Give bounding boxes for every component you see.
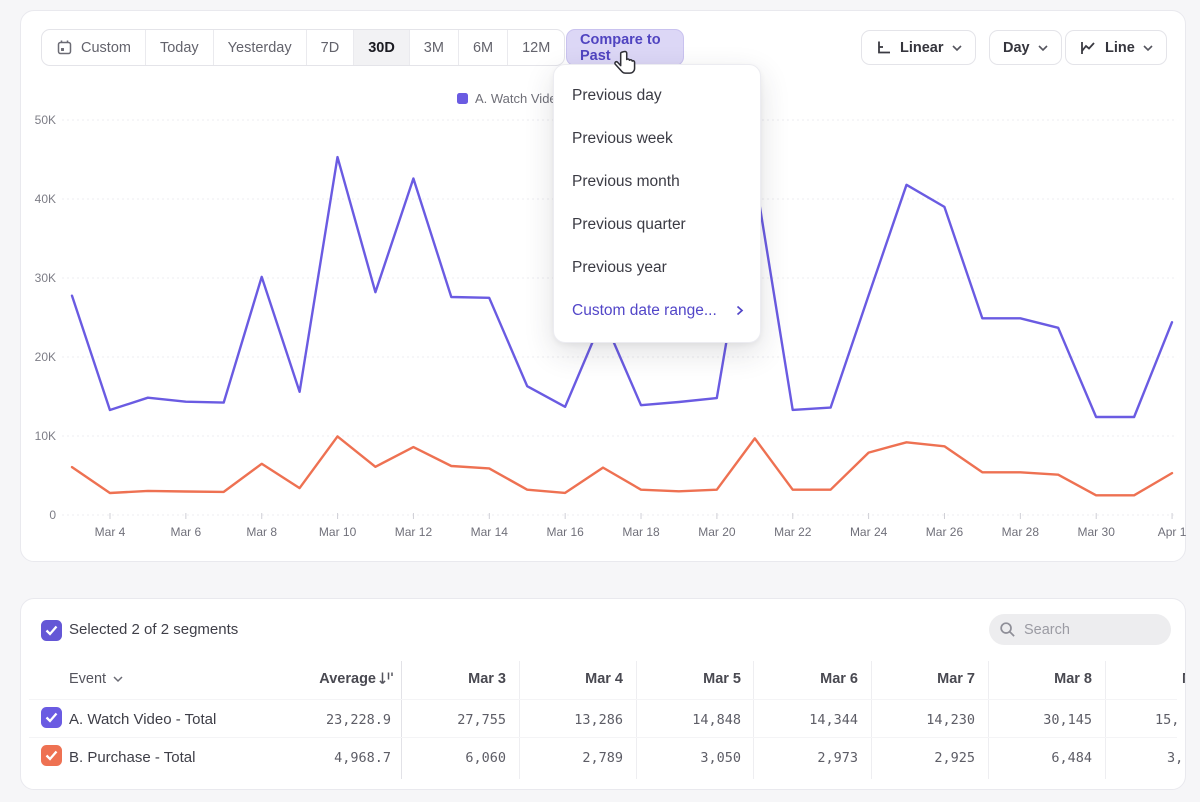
table-cell: 23,228.9	[279, 710, 391, 730]
compare-to-past-menu: Previous dayPrevious weekPrevious monthP…	[553, 64, 761, 343]
menu-item-previous-year[interactable]: Previous year	[554, 246, 760, 289]
compare-to-past-label: Compare to Past	[580, 32, 670, 64]
event-header-label: Event	[69, 669, 106, 689]
chevron-down-icon	[113, 675, 123, 683]
preset-30d[interactable]: 30D	[354, 30, 410, 65]
column-header-clipped: M	[1182, 669, 1186, 689]
preset-label: 12M	[522, 40, 550, 56]
checkmark-icon	[45, 712, 58, 723]
checkmark-icon	[45, 750, 58, 761]
column-header-mar-8[interactable]: Mar 8	[980, 669, 1092, 689]
chart-type-select[interactable]: Line	[1065, 30, 1167, 65]
checkmark-icon	[45, 625, 58, 636]
preset-label: Yesterday	[228, 40, 292, 56]
calendar-icon	[56, 39, 73, 56]
chevron-right-icon	[736, 305, 744, 316]
column-header-mar-4[interactable]: Mar 4	[511, 669, 623, 689]
linear-axis-icon	[875, 39, 892, 56]
row-divider	[29, 737, 1177, 738]
table-cell: 2,789	[511, 748, 623, 768]
table-cell: 14,344	[746, 710, 858, 730]
table-cell: 6,484	[980, 748, 1092, 768]
chart-type-label: Line	[1105, 40, 1135, 56]
chevron-down-icon	[1143, 44, 1153, 52]
chevron-down-icon	[952, 44, 962, 52]
preset-label: 6M	[473, 40, 493, 56]
preset-label: 30D	[368, 40, 395, 56]
column-header-average[interactable]: Average	[264, 669, 376, 689]
search-icon	[999, 621, 1016, 638]
segment-row-label: B. Purchase - Total	[69, 747, 195, 768]
row-divider	[29, 699, 1177, 700]
table-cell-clipped: 15,	[1155, 710, 1179, 730]
table-cell: 30,145	[980, 710, 1092, 730]
preset-today[interactable]: Today	[146, 30, 214, 65]
sort-desc-icon[interactable]	[378, 670, 395, 687]
menu-item-previous-day[interactable]: Previous day	[554, 74, 760, 117]
line-chart-icon	[1079, 40, 1097, 56]
search-box[interactable]	[989, 614, 1171, 645]
menu-item-previous-quarter[interactable]: Previous quarter	[554, 203, 760, 246]
interval-select[interactable]: Day	[989, 30, 1062, 65]
chevron-down-icon	[1038, 44, 1048, 52]
preset-label: Today	[160, 40, 199, 56]
event-column-header[interactable]: Event	[69, 669, 123, 689]
preset-3m[interactable]: 3M	[410, 30, 459, 65]
selected-segments-text: Selected 2 of 2 segments	[69, 621, 238, 638]
preset-custom[interactable]: Custom	[42, 30, 146, 65]
scale-select[interactable]: Linear	[861, 30, 976, 65]
preset-label: Custom	[81, 40, 131, 56]
search-input[interactable]	[1024, 622, 1154, 638]
row-checkbox[interactable]	[41, 745, 62, 766]
preset-7d[interactable]: 7D	[307, 30, 355, 65]
preset-label: 3M	[424, 40, 444, 56]
column-separator	[1105, 661, 1106, 779]
segment-row-label: A. Watch Video - Total	[69, 709, 216, 730]
preset-6m[interactable]: 6M	[459, 30, 508, 65]
menu-item-custom-date-range[interactable]: Custom date range...	[554, 289, 760, 332]
table-cell: 2,925	[863, 748, 975, 768]
column-header-mar-7[interactable]: Mar 7	[863, 669, 975, 689]
legend-swatch	[457, 93, 468, 104]
preset-label: 7D	[321, 40, 340, 56]
table-cell: 2,973	[746, 748, 858, 768]
table-cell: 13,286	[511, 710, 623, 730]
segments-table-card: Selected 2 of 2 segments Event Average Ma…	[20, 598, 1186, 790]
menu-item-previous-week[interactable]: Previous week	[554, 117, 760, 160]
column-header-mar-3[interactable]: Mar 3	[394, 669, 506, 689]
interval-label: Day	[1003, 40, 1030, 56]
compare-to-past-button[interactable]: Compare to Past	[566, 29, 684, 66]
table-cell: 14,848	[629, 710, 741, 730]
table-cell: 27,755	[394, 710, 506, 730]
select-all-checkbox[interactable]	[41, 620, 62, 641]
date-range-presets: Custom Today Yesterday 7D 30D 3M 6M 12M	[41, 29, 565, 66]
table-cell: 14,230	[863, 710, 975, 730]
preset-12m[interactable]: 12M	[508, 30, 564, 65]
preset-yesterday[interactable]: Yesterday	[214, 30, 307, 65]
column-header-mar-5[interactable]: Mar 5	[629, 669, 741, 689]
scale-label: Linear	[900, 40, 944, 56]
table-cell: 4,968.7	[279, 748, 391, 768]
table-cell: 3,050	[629, 748, 741, 768]
table-cell-clipped: 3,	[1167, 748, 1183, 768]
column-header-mar-6[interactable]: Mar 6	[746, 669, 858, 689]
menu-item-previous-month[interactable]: Previous month	[554, 160, 760, 203]
table-cell: 6,060	[394, 748, 506, 768]
row-checkbox[interactable]	[41, 707, 62, 728]
